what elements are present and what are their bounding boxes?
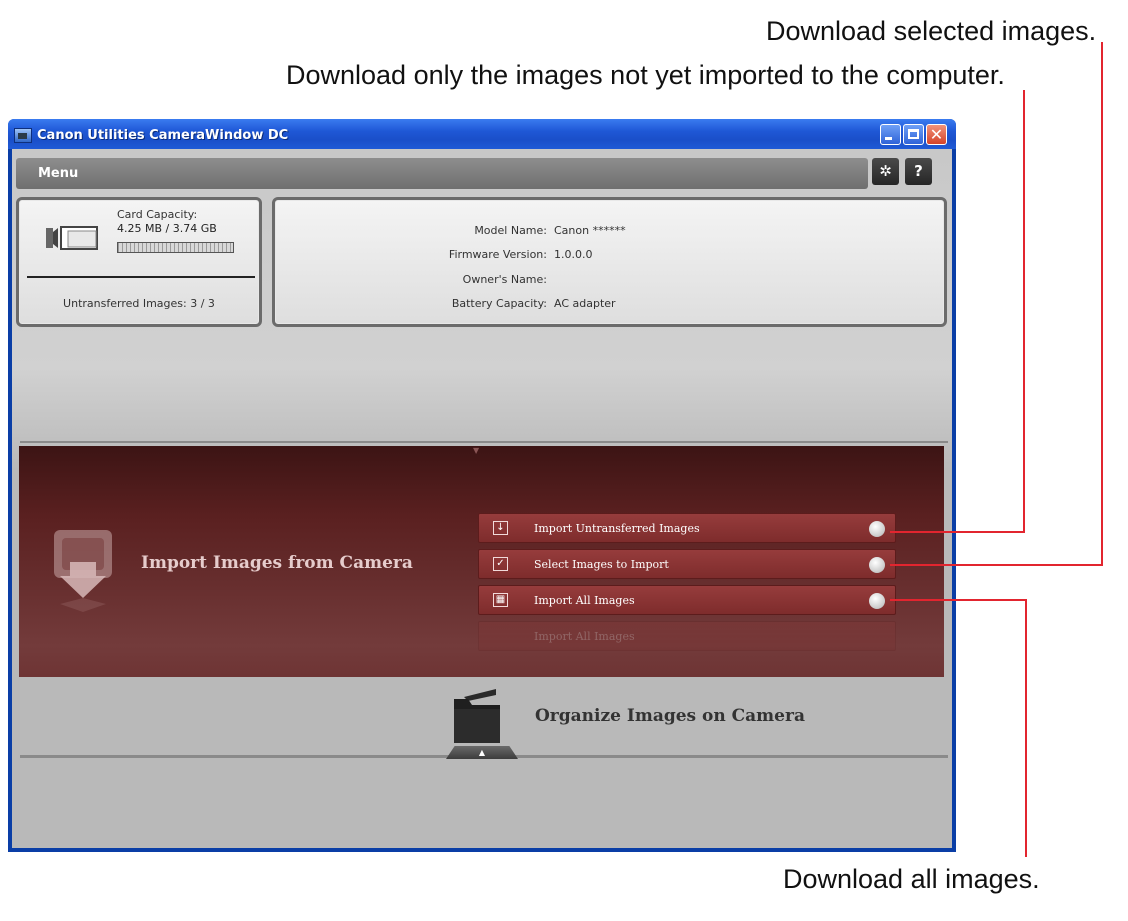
owner-label: Owner's Name:: [462, 273, 547, 286]
organize-section[interactable]: Organize Images on Camera: [12, 677, 952, 757]
battery-label: Battery Capacity:: [451, 297, 547, 310]
import-camera-icon: [54, 530, 112, 612]
card-capacity-value: 4.25 MB / 3.74 GB: [117, 222, 217, 235]
card-capacity-label: Card Capacity:: [117, 208, 198, 221]
callout-line: [1025, 599, 1027, 857]
model-row: Model Name: Canon ******: [275, 224, 944, 240]
close-icon: ✕: [929, 125, 944, 144]
callout-line: [890, 564, 1103, 566]
option-label: Select Images to Import: [534, 558, 669, 571]
firmware-label: Firmware Version:: [448, 248, 547, 261]
untransferred-count: Untransferred Images: 3 / 3: [63, 297, 215, 310]
camerawindow-dialog: Canon Utilities CameraWindow DC ✕ Menu ✲…: [8, 119, 956, 852]
divider: [20, 441, 948, 443]
callout-line: [890, 531, 1025, 533]
maximize-button[interactable]: [903, 124, 924, 145]
memory-card-icon: [46, 226, 98, 250]
reflection-label: Import All Images: [534, 630, 635, 643]
callout-download-all: Download all images.: [783, 864, 1040, 894]
import-untransferred-icon: ↓: [493, 521, 508, 535]
help-icon: ?: [914, 162, 923, 180]
select-images-button[interactable]: ✓ Select Images to Import: [478, 549, 896, 579]
firmware-row: Firmware Version: 1.0.0.0: [275, 248, 944, 264]
minimize-icon: [885, 137, 892, 140]
title-bar[interactable]: Canon Utilities CameraWindow DC ✕: [8, 119, 956, 149]
grid-icon: ▦: [493, 593, 508, 607]
knob-icon: [869, 557, 885, 573]
menu-bar[interactable]: Menu: [16, 158, 868, 189]
battery-row: Battery Capacity: AC adapter: [275, 297, 944, 313]
import-all-button[interactable]: ▦ Import All Images: [478, 585, 896, 615]
reflection: Import All Images: [478, 621, 896, 651]
expand-tab[interactable]: ▲: [446, 746, 518, 759]
capacity-bar: [117, 242, 234, 253]
help-button[interactable]: ?: [905, 158, 932, 185]
minimize-button[interactable]: [880, 124, 901, 145]
gear-icon: ✲: [879, 162, 892, 180]
battery-value: AC adapter: [554, 297, 616, 310]
settings-button[interactable]: ✲: [872, 158, 899, 185]
callout-line: [1101, 42, 1103, 565]
model-value: Canon ******: [554, 224, 626, 237]
callout-download-not-imported: Download only the images not yet importe…: [286, 60, 1005, 90]
close-button[interactable]: ✕: [926, 124, 947, 145]
import-section-title: Import Images from Camera: [141, 553, 413, 573]
maximize-icon: [908, 129, 919, 139]
app-icon: [14, 128, 32, 143]
option-label: Import All Images: [534, 594, 635, 607]
callout-download-selected: Download selected images.: [766, 16, 1097, 46]
client-area: Menu ✲ ? Card Capacity: 4.25 MB / 3.74 G…: [12, 149, 952, 848]
model-label: Model Name:: [474, 224, 547, 237]
memory-card-panel: Card Capacity: 4.25 MB / 3.74 GB Untrans…: [16, 197, 262, 327]
knob-icon: [869, 521, 885, 537]
menu-label[interactable]: Menu: [38, 166, 78, 181]
checkbox-icon: ✓: [493, 557, 508, 571]
divider: [27, 276, 255, 278]
callout-line: [1023, 90, 1025, 533]
organize-section-title: Organize Images on Camera: [535, 706, 805, 726]
knob-icon: [869, 593, 885, 609]
owner-row: Owner's Name:: [275, 273, 944, 289]
folder-icon: [454, 689, 500, 743]
import-section: ▼ Import Images from Camera ↓ Import Unt…: [19, 446, 944, 677]
camera-info-panel: Model Name: Canon ****** Firmware Versio…: [272, 197, 947, 327]
import-untransferred-button[interactable]: ↓ Import Untransferred Images: [478, 513, 896, 543]
callout-line: [890, 599, 1027, 601]
collapse-arrow-icon[interactable]: ▼: [473, 446, 485, 456]
firmware-value: 1.0.0.0: [554, 248, 593, 261]
window-title: Canon Utilities CameraWindow DC: [37, 128, 289, 143]
option-label: Import Untransferred Images: [534, 522, 700, 535]
